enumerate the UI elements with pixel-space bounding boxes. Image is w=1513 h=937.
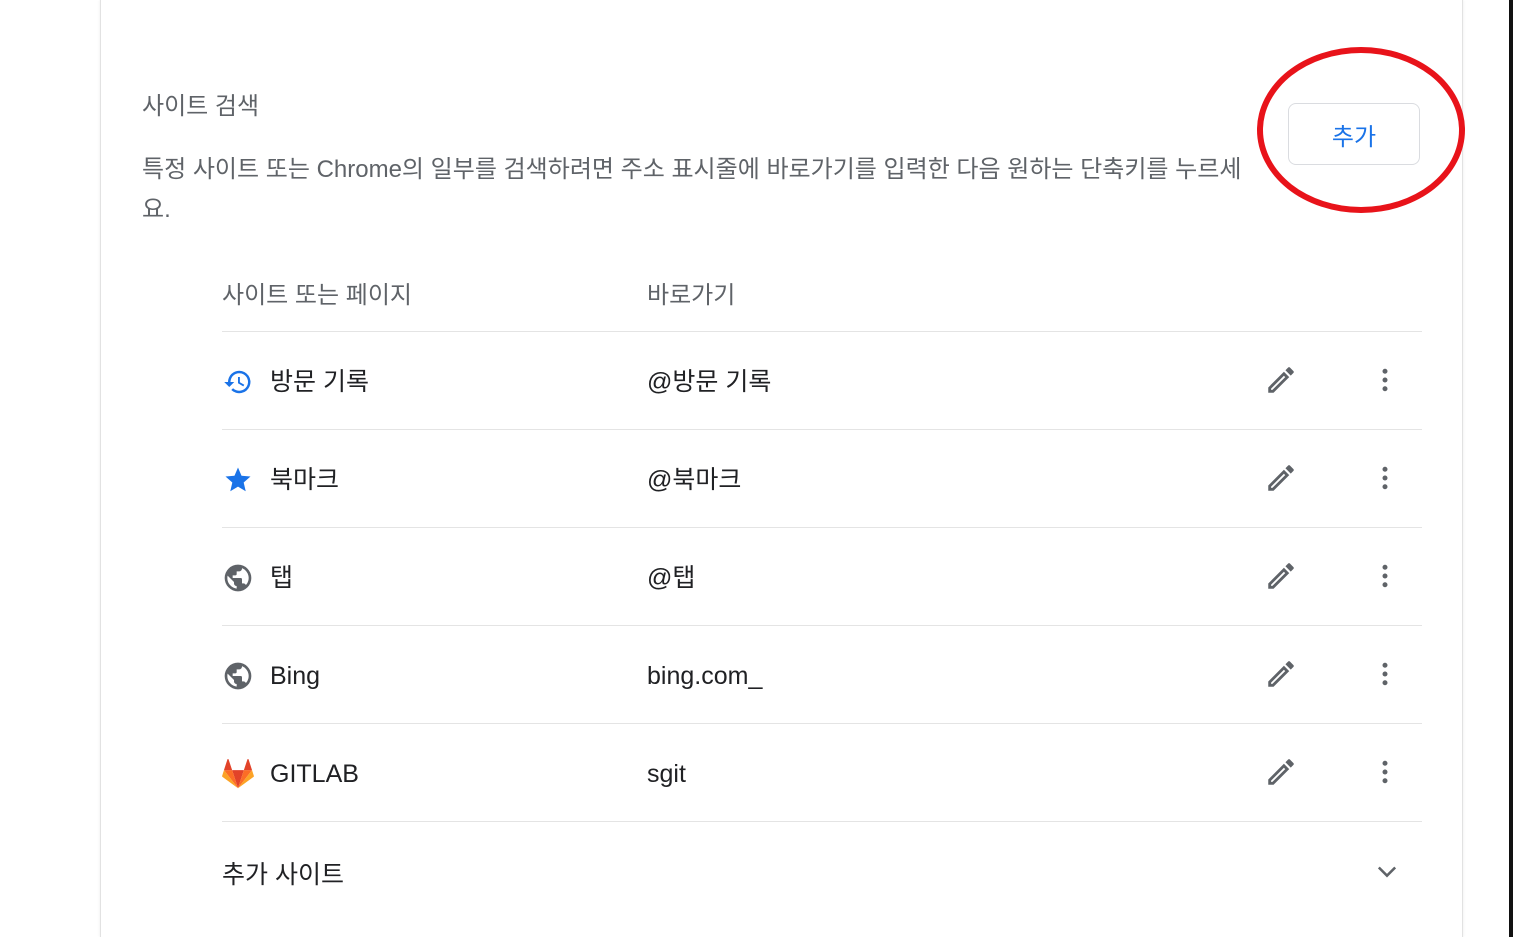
globe-icon <box>222 562 254 594</box>
edit-pencil-icon[interactable] <box>1263 460 1299 496</box>
site-shortcut: @탭 <box>647 564 696 592</box>
site-shortcut: bing.com_ <box>647 662 763 690</box>
site-shortcut: @방문 기록 <box>647 368 772 396</box>
table-row: 북마크 @북마크 <box>222 429 1422 527</box>
more-sites-label: 추가 사이트 <box>222 861 344 889</box>
more-vert-icon[interactable] <box>1370 656 1400 692</box>
settings-card: 사이트 검색 특정 사이트 또는 Chrome의 일부를 검색하려면 주소 표시… <box>100 0 1465 937</box>
site-name: 북마크 <box>270 466 340 494</box>
add-button[interactable]: 추가 <box>1288 103 1420 165</box>
edit-pencil-icon[interactable] <box>1263 558 1299 594</box>
table-row: Bing bing.com_ <box>222 625 1422 723</box>
site-name: GITLAB <box>270 760 359 788</box>
edit-pencil-icon[interactable] <box>1263 754 1299 790</box>
more-vert-icon[interactable] <box>1370 362 1400 398</box>
history-icon <box>222 366 254 398</box>
more-vert-icon[interactable] <box>1370 460 1400 496</box>
edit-pencil-icon[interactable] <box>1263 656 1299 692</box>
star-icon <box>222 464 254 496</box>
column-header-site: 사이트 또는 페이지 <box>222 282 412 309</box>
table-row: 방문 기록 @방문 기록 <box>222 331 1422 429</box>
site-name: Bing <box>270 662 321 690</box>
chevron-down-icon[interactable] <box>1372 856 1402 886</box>
search-engines-table: 방문 기록 @방문 기록 북마크 @북마크 탭 @탭 Bing bing.com… <box>222 331 1422 919</box>
description-line-1: 특정 사이트 또는 Chrome의 일부를 검색하려면 주소 표시줄에 바로가기… <box>142 156 1242 183</box>
globe-icon <box>222 660 254 692</box>
column-header-shortcut: 바로가기 <box>647 282 736 309</box>
table-row: GITLAB sgit <box>222 723 1422 821</box>
gitlab-icon <box>222 758 254 790</box>
more-vert-icon[interactable] <box>1370 558 1400 594</box>
site-shortcut: sgit <box>647 760 686 788</box>
window-edge <box>1509 0 1513 937</box>
description-line-2: 요. <box>142 196 171 223</box>
more-vert-icon[interactable] <box>1370 754 1400 790</box>
site-name: 방문 기록 <box>270 368 369 396</box>
section-description: 특정 사이트 또는 Chrome의 일부를 검색하려면 주소 표시줄에 바로가기… <box>142 150 1277 230</box>
site-shortcut: @북마크 <box>647 466 742 494</box>
edit-pencil-icon[interactable] <box>1263 362 1299 398</box>
more-sites-expander[interactable]: 추가 사이트 <box>222 821 1422 919</box>
table-row: 탭 @탭 <box>222 527 1422 625</box>
section-title: 사이트 검색 <box>142 93 260 120</box>
site-name: 탭 <box>270 564 294 592</box>
